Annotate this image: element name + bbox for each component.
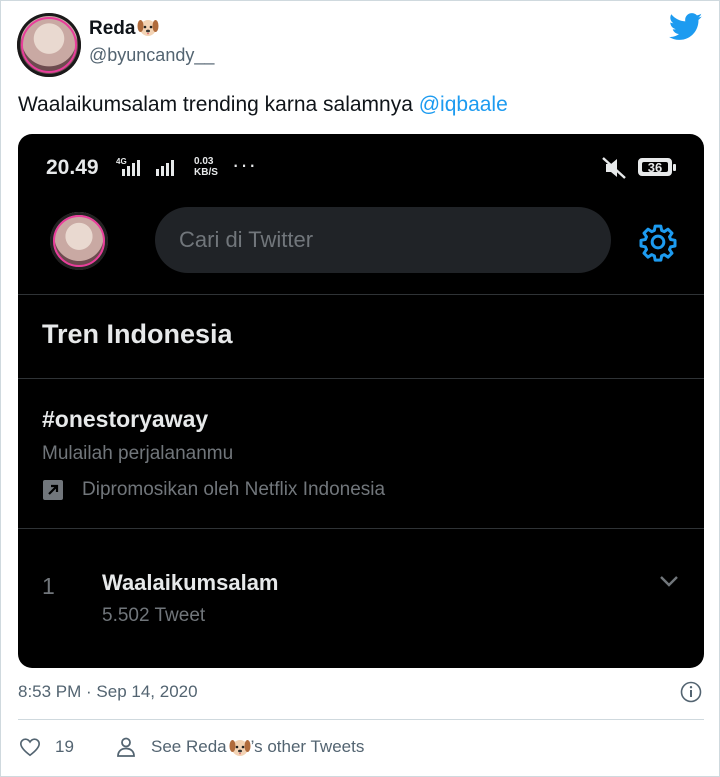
mute-icon: [602, 157, 626, 179]
svg-text:4G: 4G: [116, 157, 127, 166]
divider: [18, 294, 704, 295]
see-other-tweets-suffix: ’s other Tweets: [250, 737, 365, 756]
twitter-bird-icon[interactable]: [669, 13, 703, 41]
profile-avatar[interactable]: [50, 212, 108, 270]
network-speed-value: 0.03: [194, 156, 214, 167]
promoted-by-text: Dipromosikan oleh Netflix Indonesia: [82, 479, 386, 500]
tweet-timestamp[interactable]: 8:53 PM · Sep 14, 2020: [18, 682, 198, 702]
more-status-icon: ···: [232, 152, 257, 177]
trend-name[interactable]: Waalaikumsalam: [102, 570, 279, 596]
see-other-tweets-prefix: See Reda: [151, 737, 227, 756]
user-avatar[interactable]: [17, 13, 81, 77]
tweet-text: Waalaikumsalam trending karna salamnya @…: [18, 93, 508, 117]
network-speed-unit: KB/S: [194, 167, 218, 178]
trend-tweet-count: 5.502 Tweet: [102, 605, 206, 626]
signal-icon: 4G: [116, 157, 174, 176]
info-icon[interactable]: [680, 681, 702, 703]
settings-gear-icon[interactable]: [638, 222, 678, 262]
like-button[interactable]: 19: [19, 736, 74, 758]
see-other-tweets-link[interactable]: See Reda ’s other Tweets: [115, 736, 364, 758]
display-name[interactable]: Reda: [89, 17, 159, 40]
network-speed: 0.03 KB/S: [194, 156, 218, 178]
dog-emoji-icon: [137, 20, 159, 36]
divider: [18, 528, 704, 529]
user-handle[interactable]: @byuncandy__: [89, 45, 214, 66]
dog-emoji-icon: [229, 740, 251, 756]
person-icon: [117, 737, 135, 757]
tweet-text-body: Waalaikumsalam trending karna salamnya: [18, 93, 419, 116]
footer-divider: [18, 719, 704, 720]
trend-rank: 1: [42, 573, 55, 599]
divider: [18, 378, 704, 379]
battery-level: 36: [642, 161, 668, 174]
promoted-arrow-icon: [43, 480, 63, 500]
heart-icon: [20, 738, 40, 757]
display-name-text: Reda: [89, 18, 136, 39]
chevron-down-icon[interactable]: [658, 570, 680, 592]
mention-link[interactable]: @iqbaale: [419, 93, 508, 116]
like-count: 19: [55, 737, 74, 756]
status-time: 20.49: [46, 156, 99, 179]
promoted-by-row: Dipromosikan oleh Netflix Indonesia: [42, 479, 385, 501]
tweet-card: Reda @byuncandy__ Waalaikumsalam trendin…: [0, 0, 720, 777]
promoted-trend-description: Mulailah perjalananmu: [42, 443, 234, 464]
embedded-screenshot[interactable]: 20.49 4G 0.03 KB/S ··· 36 Cari di Twitte…: [18, 134, 704, 668]
section-title: Tren Indonesia: [42, 319, 233, 349]
promoted-trend-hashtag[interactable]: #onestoryaway: [42, 406, 208, 433]
search-input[interactable]: Cari di Twitter: [155, 207, 611, 273]
battery-indicator: 36: [638, 158, 676, 176]
